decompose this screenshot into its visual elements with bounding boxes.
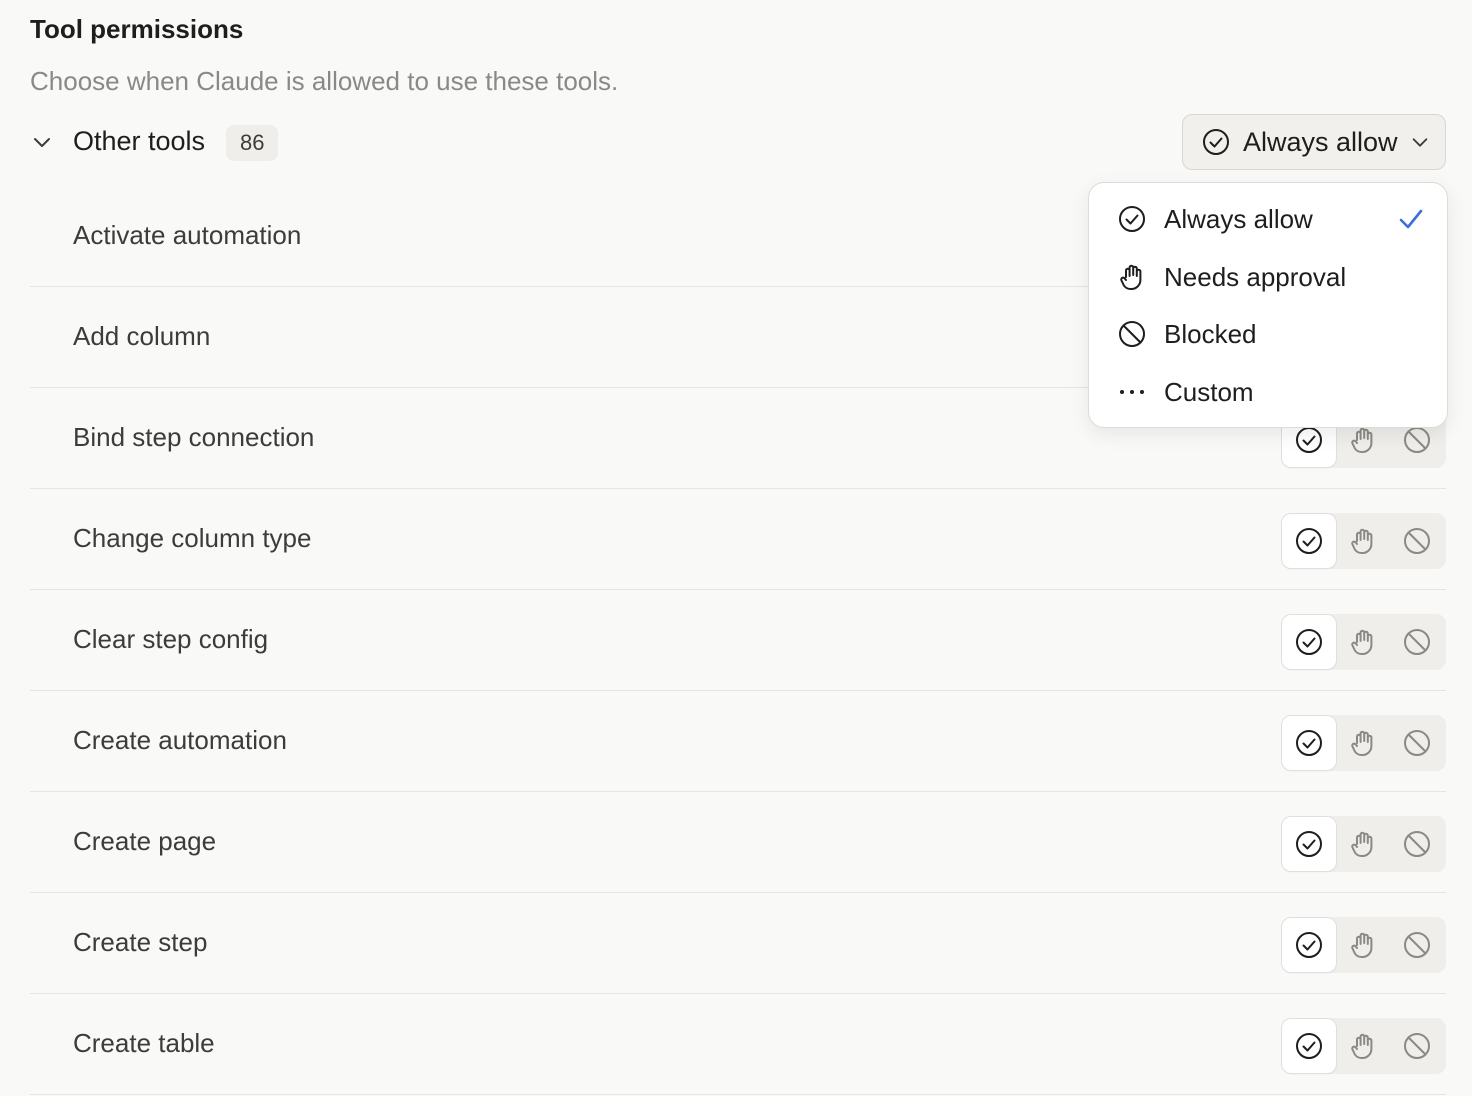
- hand-icon: [1348, 728, 1378, 758]
- dropdown-option-label: Needs approval: [1164, 261, 1347, 292]
- tool-name: Activate automation: [73, 220, 302, 250]
- tool-row: Create table: [30, 994, 1446, 1095]
- needs-approval-button[interactable]: [1336, 716, 1390, 770]
- allow-button[interactable]: [1282, 918, 1336, 972]
- block-button[interactable]: [1390, 716, 1444, 770]
- tool-row: Create automation: [30, 691, 1446, 792]
- permission-segmented-control: [1282, 1018, 1446, 1074]
- block-button[interactable]: [1390, 817, 1444, 871]
- check-circle-icon: [1294, 930, 1324, 960]
- check-circle-icon: [1294, 829, 1324, 859]
- tool-group-header: Other tools 86 Always allow: [30, 114, 1446, 174]
- section-subtitle: Choose when Claude is allowed to use the…: [30, 66, 619, 96]
- check-circle-icon: [1294, 526, 1324, 556]
- hand-icon: [1117, 262, 1147, 292]
- allow-button[interactable]: [1282, 716, 1336, 770]
- tool-name: Bind step connection: [73, 422, 315, 452]
- permission-segmented-control: [1282, 917, 1446, 973]
- tool-name: Create step: [73, 927, 208, 957]
- tool-count-badge: 86: [226, 125, 279, 161]
- permission-dropdown-menu: Always allow Needs approval Blocked Cust…: [1088, 182, 1448, 428]
- hand-icon: [1348, 627, 1378, 657]
- check-circle-icon: [1294, 728, 1324, 758]
- tool-name: Clear step config: [73, 624, 269, 654]
- tool-row: Create step: [30, 893, 1446, 994]
- needs-approval-button[interactable]: [1336, 1019, 1390, 1073]
- dropdown-option-blocked[interactable]: Blocked: [1089, 308, 1447, 360]
- tool-row: Change column type: [30, 489, 1446, 590]
- check-circle-icon: [1117, 204, 1147, 234]
- dropdown-option-label: Always allow: [1164, 203, 1313, 234]
- permission-segmented-control: [1282, 513, 1446, 569]
- tool-name: Create automation: [73, 725, 287, 755]
- dropdown-option-always-allow[interactable]: Always allow: [1089, 193, 1447, 245]
- needs-approval-button[interactable]: [1336, 615, 1390, 669]
- blocked-icon: [1402, 829, 1432, 859]
- hand-icon: [1348, 829, 1378, 859]
- dropdown-option-label: Blocked: [1164, 318, 1257, 349]
- check-circle-icon: [1294, 627, 1324, 657]
- group-permission-label: Always allow: [1243, 126, 1398, 157]
- block-button[interactable]: [1390, 514, 1444, 568]
- allow-button[interactable]: [1282, 1019, 1336, 1073]
- block-button[interactable]: [1390, 918, 1444, 972]
- blocked-icon: [1402, 930, 1432, 960]
- chevron-down-icon[interactable]: [30, 130, 54, 154]
- blocked-icon: [1402, 627, 1432, 657]
- block-button[interactable]: [1390, 1019, 1444, 1073]
- chevron-down-icon: [1412, 138, 1428, 147]
- tool-row: Clear step config: [30, 590, 1446, 691]
- dropdown-option-label: Custom: [1164, 376, 1254, 407]
- hand-icon: [1348, 425, 1378, 455]
- check-circle-icon: [1203, 129, 1229, 155]
- tool-name: Add column: [73, 321, 211, 351]
- tool-row: Create page: [30, 792, 1446, 893]
- dropdown-option-needs-approval[interactable]: Needs approval: [1089, 251, 1447, 303]
- tool-name: Change column type: [73, 523, 312, 553]
- needs-approval-button[interactable]: [1336, 514, 1390, 568]
- blocked-icon: [1402, 526, 1432, 556]
- group-permission-select[interactable]: Always allow: [1182, 114, 1446, 170]
- hand-icon: [1348, 930, 1378, 960]
- blocked-icon: [1402, 728, 1432, 758]
- permission-segmented-control: [1282, 614, 1446, 670]
- checkmark-icon: [1399, 209, 1423, 229]
- needs-approval-button[interactable]: [1336, 817, 1390, 871]
- blocked-icon: [1402, 1031, 1432, 1061]
- check-circle-icon: [1294, 425, 1324, 455]
- tool-name: Create page: [73, 826, 217, 856]
- allow-button[interactable]: [1282, 817, 1336, 871]
- tool-permissions-panel: Tool permissions Choose when Claude is a…: [0, 0, 1472, 1096]
- allow-button[interactable]: [1282, 514, 1336, 568]
- hand-icon: [1348, 1031, 1378, 1061]
- blocked-icon: [1402, 425, 1432, 455]
- permission-segmented-control: [1282, 816, 1446, 872]
- more-dots-icon: [1117, 377, 1147, 407]
- permission-segmented-control: [1282, 715, 1446, 771]
- group-name[interactable]: Other tools: [73, 126, 205, 157]
- block-button[interactable]: [1390, 615, 1444, 669]
- needs-approval-button[interactable]: [1336, 918, 1390, 972]
- allow-button[interactable]: [1282, 615, 1336, 669]
- tool-name: Create table: [73, 1028, 215, 1058]
- dropdown-option-custom[interactable]: Custom: [1089, 366, 1447, 418]
- blocked-icon: [1117, 319, 1147, 349]
- hand-icon: [1348, 526, 1378, 556]
- check-circle-icon: [1294, 1031, 1324, 1061]
- section-title: Tool permissions: [30, 14, 244, 44]
